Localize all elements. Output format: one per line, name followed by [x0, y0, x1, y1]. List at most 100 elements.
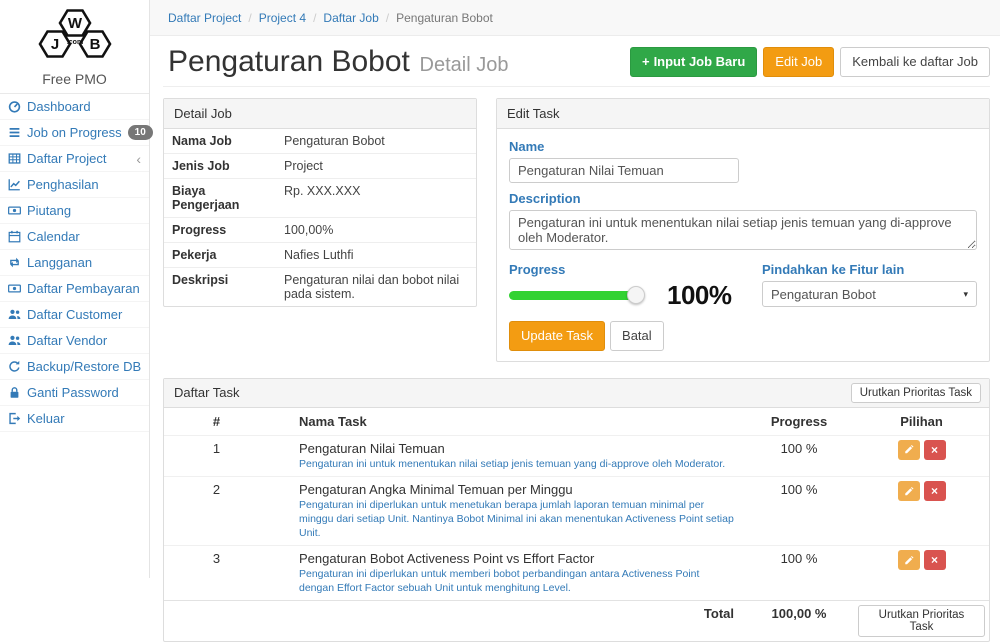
close-icon: × — [931, 485, 938, 497]
column-no: # — [164, 408, 269, 435]
page-title: Pengaturan Bobot — [168, 45, 410, 78]
detail-value: Project — [276, 154, 476, 178]
sidebar-item-calendar[interactable]: Calendar — [0, 224, 149, 250]
retweet-icon — [8, 256, 21, 269]
users-icon — [8, 308, 21, 321]
delete-task-row-button[interactable]: × — [924, 481, 946, 501]
chart-line-icon — [8, 178, 21, 191]
progress-group: Progress 100% — [509, 262, 762, 309]
sidebar: J W B .com Free PMO Dashboard Job on Pro… — [0, 0, 150, 578]
title-divider — [163, 86, 990, 87]
task-progress: 100 % — [744, 477, 854, 545]
input-job-baru-button[interactable]: +Input Job Baru — [630, 47, 757, 77]
detail-value: Pengaturan nilai dan bobot nilai pada si… — [276, 268, 476, 306]
list-icon — [8, 126, 21, 139]
sidebar-item-ganti-password[interactable]: Ganti Password — [0, 380, 149, 406]
breadcrumb-link-project-4[interactable]: Project 4 — [259, 11, 306, 25]
task-description-textarea[interactable]: Pengaturan ini untuk menentukan nilai se… — [509, 210, 977, 250]
breadcrumb-link-daftar-project[interactable]: Daftar Project — [168, 11, 241, 25]
delete-task-row-button[interactable]: × — [924, 440, 946, 460]
breadcrumb-current: Pengaturan Bobot — [396, 11, 493, 25]
progress-slider-wrap: 100% — [509, 281, 762, 309]
move-feature-select[interactable]: Pengaturan Bobot ▾ — [762, 281, 977, 307]
table-row: 1 Pengaturan Nilai Temuan Pengaturan ini… — [164, 435, 989, 477]
urutkan-prioritas-bottom-button[interactable]: Urutkan Prioritas Task — [858, 605, 985, 637]
update-task-button[interactable]: Update Task — [509, 321, 605, 351]
detail-label: Biaya Pengerjaan — [164, 179, 276, 217]
task-table-header: # Nama Task Progress Pilihan — [164, 408, 989, 435]
task-actions: × — [854, 546, 989, 600]
edit-task-row-button[interactable] — [898, 440, 920, 460]
sidebar-item-label: Job on Progress — [27, 125, 122, 140]
edit-job-button[interactable]: Edit Job — [763, 47, 834, 77]
sidebar-item-piutang[interactable]: Piutang — [0, 198, 149, 224]
detail-value: Rp. XXX.XXX — [276, 179, 476, 217]
sign-out-icon — [8, 412, 21, 425]
daftar-task-header: Daftar Task Urutkan Prioritas Task — [164, 379, 989, 408]
urutkan-prioritas-top-button[interactable]: Urutkan Prioritas Task — [851, 383, 981, 403]
sidebar-item-dashboard[interactable]: Dashboard — [0, 94, 149, 120]
plus-icon: + — [642, 54, 650, 69]
kembali-ke-daftar-job-button[interactable]: Kembali ke daftar Job — [840, 47, 990, 77]
task-progress: 100 % — [744, 436, 854, 477]
column-pilihan: Pilihan — [854, 408, 989, 435]
progress-slider[interactable] — [509, 291, 637, 300]
breadcrumb-separator: / — [386, 11, 389, 25]
sidebar-item-daftar-project[interactable]: Daftar Project ‹ — [0, 146, 149, 172]
detail-row-pekerja: Pekerja Nafies Luthfi — [164, 243, 476, 268]
sidebar-item-daftar-vendor[interactable]: Daftar Vendor — [0, 328, 149, 354]
detail-value: 100,00% — [276, 218, 476, 242]
sidebar-item-job-on-progress[interactable]: Job on Progress 10 — [0, 120, 149, 146]
progress-percent-value: 100% — [667, 280, 732, 311]
table-icon — [8, 152, 21, 165]
close-icon: × — [931, 444, 938, 456]
edit-task-row-button[interactable] — [898, 550, 920, 570]
detail-job-panel: Detail Job Nama Job Pengaturan Bobot Jen… — [163, 98, 477, 307]
pencil-icon — [904, 555, 914, 566]
move-feature-label: Pindahkan ke Fitur lain — [762, 262, 977, 277]
task-name-cell: Pengaturan Bobot Activeness Point vs Eff… — [269, 546, 744, 600]
slider-handle[interactable] — [627, 286, 645, 304]
sidebar-item-label: Calendar — [27, 229, 80, 244]
main-content: Daftar Project/Project 4/Daftar Job/Peng… — [150, 0, 1000, 578]
detail-label: Pekerja — [164, 243, 276, 267]
app-window: J W B .com Free PMO Dashboard Job on Pro… — [0, 0, 1000, 578]
edit-task-panel: Edit Task Name Description Pengaturan in… — [496, 98, 990, 362]
detail-row-biaya: Biaya Pengerjaan Rp. XXX.XXX — [164, 179, 476, 218]
sidebar-item-daftar-customer[interactable]: Daftar Customer — [0, 302, 149, 328]
column-nama-task: Nama Task — [269, 408, 744, 435]
breadcrumb-link-daftar-job[interactable]: Daftar Job — [323, 11, 378, 25]
sidebar-item-label: Piutang — [27, 203, 71, 218]
dashboard-icon — [8, 100, 21, 113]
form-buttons: Update Task Batal — [509, 321, 977, 351]
sidebar-item-daftar-pembayaran[interactable]: Daftar Pembayaran — [0, 276, 149, 302]
breadcrumb-separator: / — [313, 11, 316, 25]
users-icon — [8, 334, 21, 347]
daftar-task-title: Daftar Task — [174, 385, 240, 400]
task-name-input[interactable] — [509, 158, 739, 183]
money-icon — [8, 204, 21, 217]
pencil-icon — [904, 444, 914, 455]
edit-task-row-button[interactable] — [898, 481, 920, 501]
calendar-icon — [8, 230, 21, 243]
brand: J W B .com Free PMO — [0, 0, 149, 94]
task-name: Pengaturan Angka Minimal Temuan per Ming… — [299, 482, 736, 497]
task-no: 1 — [164, 436, 269, 477]
task-description: Pengaturan ini diperlukan untuk menetuka… — [299, 499, 736, 540]
total-value: 100,00 % — [744, 601, 854, 641]
task-no: 3 — [164, 546, 269, 600]
sidebar-item-label: Ganti Password — [27, 385, 119, 400]
detail-row-jenis-job: Jenis Job Project — [164, 154, 476, 179]
task-name-cell: Pengaturan Nilai Temuan Pengaturan ini u… — [269, 436, 744, 477]
sidebar-item-penghasilan[interactable]: Penghasilan — [0, 172, 149, 198]
batal-button[interactable]: Batal — [610, 321, 664, 351]
brand-tagline: Free PMO — [0, 71, 149, 87]
delete-task-row-button[interactable]: × — [924, 550, 946, 570]
sidebar-item-backup-restore[interactable]: Backup/Restore DB — [0, 354, 149, 380]
name-label: Name — [509, 139, 977, 154]
sidebar-item-keluar[interactable]: Keluar — [0, 406, 149, 432]
sidebar-item-label: Backup/Restore DB — [27, 359, 141, 374]
progress-label: Progress — [509, 262, 762, 277]
sidebar-item-langganan[interactable]: Langganan — [0, 250, 149, 276]
detail-value: Pengaturan Bobot — [276, 129, 476, 153]
